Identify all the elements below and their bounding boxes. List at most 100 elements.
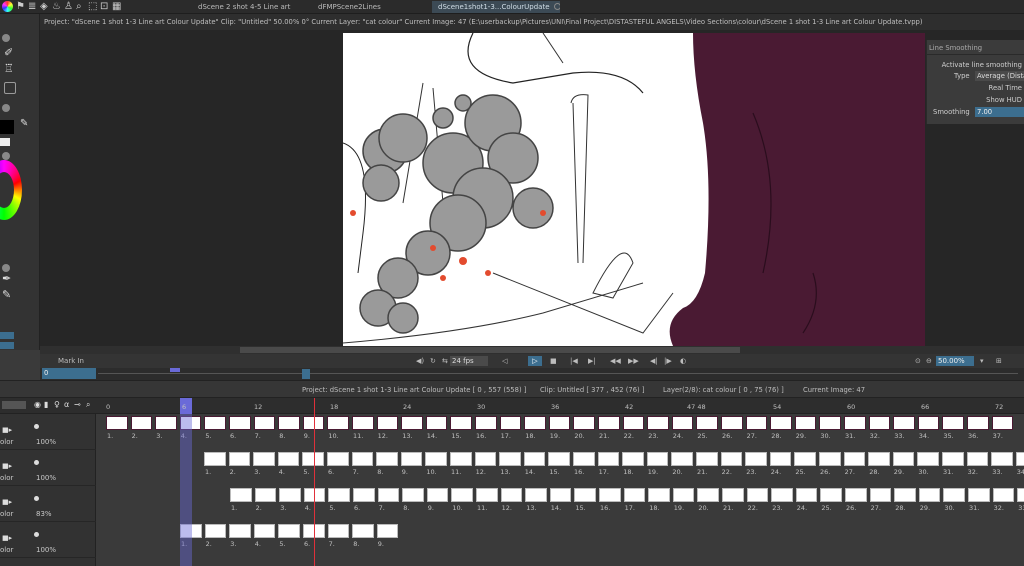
loop-icon[interactable]: ↻ [430, 357, 436, 365]
frame-cell[interactable] [475, 416, 497, 430]
frame-cell[interactable] [696, 416, 718, 430]
mark-in-field[interactable]: 0 [42, 368, 96, 379]
frame-cell[interactable] [279, 488, 301, 502]
zoom-icon[interactable]: ⊙ [915, 357, 921, 365]
layer-opacity[interactable]: 83% [36, 510, 52, 518]
frame-cell[interactable] [401, 416, 423, 430]
layers-icon[interactable]: ≣ [28, 1, 36, 12]
frame-cell[interactable] [597, 452, 620, 466]
frame-cell[interactable] [573, 416, 595, 430]
type-select[interactable]: Average (Dista [975, 71, 1024, 81]
frame-cell[interactable] [451, 488, 473, 502]
eyedropper-icon[interactable]: ✎ [20, 118, 28, 129]
frame-cell[interactable] [844, 416, 866, 430]
pin-icon[interactable]: ⊸ [74, 400, 81, 409]
frame-cell[interactable] [548, 452, 570, 466]
frame-cell[interactable] [892, 452, 915, 466]
grid-icon[interactable]: ▦ [112, 1, 121, 12]
visibility-dot[interactable] [34, 532, 39, 537]
frame-cell[interactable] [794, 452, 816, 466]
fps-select[interactable]: 24 fps [450, 356, 488, 366]
eye-icon[interactable]: ◉ [34, 400, 41, 409]
primary-color-swatch[interactable] [0, 120, 14, 134]
secondary-color-swatch[interactable] [0, 138, 10, 146]
frame-cell[interactable] [229, 524, 251, 538]
frame-cell[interactable] [1017, 488, 1024, 502]
frame-cell[interactable] [204, 452, 226, 466]
select-tool-icon[interactable] [4, 82, 16, 94]
frame-cell[interactable] [720, 452, 743, 466]
frame-cell[interactable] [647, 416, 669, 430]
frame-cell[interactable] [745, 452, 767, 466]
collapse-icon[interactable] [2, 104, 10, 112]
onion-icon[interactable]: ◐ [680, 357, 686, 365]
next-key-icon[interactable]: ▶▶ [628, 357, 639, 365]
tab-fmp-scene2[interactable]: dFMPScene2Lines [312, 1, 424, 13]
frame-cell[interactable] [622, 452, 644, 466]
stack-icon[interactable]: ◈ [40, 1, 48, 12]
tab-scene2[interactable]: dScene 2 shot 4-5 Line art [192, 1, 304, 13]
frame-cell[interactable] [868, 452, 890, 466]
frame-cell[interactable] [992, 488, 1015, 502]
real-time-checkbox[interactable]: Real Time [989, 84, 1022, 92]
frame-cell[interactable] [278, 416, 300, 430]
frame-cell[interactable] [327, 416, 349, 430]
slider-bar[interactable] [0, 332, 14, 339]
frame-cell[interactable] [278, 524, 300, 538]
layer-row[interactable]: ■▸ olor 100% [0, 414, 96, 450]
frame-cell[interactable] [204, 416, 226, 430]
rewind-icon[interactable]: ◁ [502, 357, 507, 365]
frame-cell[interactable] [327, 524, 350, 538]
frame-cell[interactable] [277, 452, 300, 466]
frame-ruler[interactable]: 0 6 12 18 24 30 36 42 47 48 54 60 66 72 [96, 398, 1024, 414]
frame-cell[interactable] [376, 452, 398, 466]
frame-cell[interactable] [671, 452, 693, 466]
frame-cell[interactable] [351, 452, 374, 466]
prev-frame-icon[interactable]: |◀ [570, 357, 578, 365]
frame-cell[interactable] [1015, 452, 1024, 466]
frame-cell[interactable] [548, 416, 571, 430]
flag-icon[interactable]: ⚑ [16, 1, 25, 12]
frame-cell[interactable] [525, 488, 547, 502]
frame-cell[interactable] [425, 452, 447, 466]
frame-cell[interactable] [819, 416, 841, 430]
frame-cell[interactable] [376, 524, 399, 538]
playhead-line[interactable] [314, 414, 315, 566]
frame-cell[interactable] [524, 416, 546, 430]
frame-cell[interactable] [845, 488, 867, 502]
layer-opacity[interactable]: 100% [36, 474, 56, 482]
frame-cell[interactable] [450, 416, 472, 430]
frame-cell[interactable] [917, 416, 940, 430]
frame-cell[interactable] [991, 452, 1013, 466]
frame-cell[interactable] [942, 416, 964, 430]
palette-icon[interactable] [2, 1, 13, 12]
frame-cell[interactable] [254, 488, 277, 502]
close-icon[interactable] [553, 3, 560, 10]
transform-icon[interactable]: ⬚ [88, 1, 97, 12]
frame-cell[interactable] [574, 488, 596, 502]
search-icon[interactable]: ⌕ [86, 400, 90, 410]
collapse-icon[interactable] [2, 264, 10, 272]
frame-cell[interactable] [353, 488, 375, 502]
frame-cell[interactable] [917, 452, 939, 466]
search-icon[interactable]: ⌕ [76, 1, 82, 12]
frame-cell[interactable] [966, 452, 989, 466]
next-frame-icon[interactable]: ▶| [588, 357, 596, 365]
brush-icon[interactable]: ✒ [2, 272, 11, 285]
fit-icon[interactable]: ⊞ [996, 357, 1002, 365]
frame-cell[interactable] [623, 488, 646, 502]
sound-icon[interactable]: ◀) [416, 357, 424, 365]
frame-cell[interactable] [400, 452, 423, 466]
bounce-icon[interactable]: ⇆ [442, 357, 448, 365]
frame-cell[interactable] [377, 488, 400, 502]
frame-cell[interactable] [770, 416, 792, 430]
bulb-icon[interactable]: ♀ [54, 400, 60, 409]
current-frame-marker[interactable] [302, 369, 310, 379]
frame-cell[interactable] [769, 452, 792, 466]
visibility-dot[interactable] [34, 460, 39, 465]
frame-cell[interactable] [155, 416, 177, 430]
frame-cell[interactable] [474, 452, 497, 466]
frame-cell[interactable] [499, 452, 521, 466]
frame-cell[interactable] [573, 452, 595, 466]
selection-marker[interactable] [170, 368, 180, 372]
